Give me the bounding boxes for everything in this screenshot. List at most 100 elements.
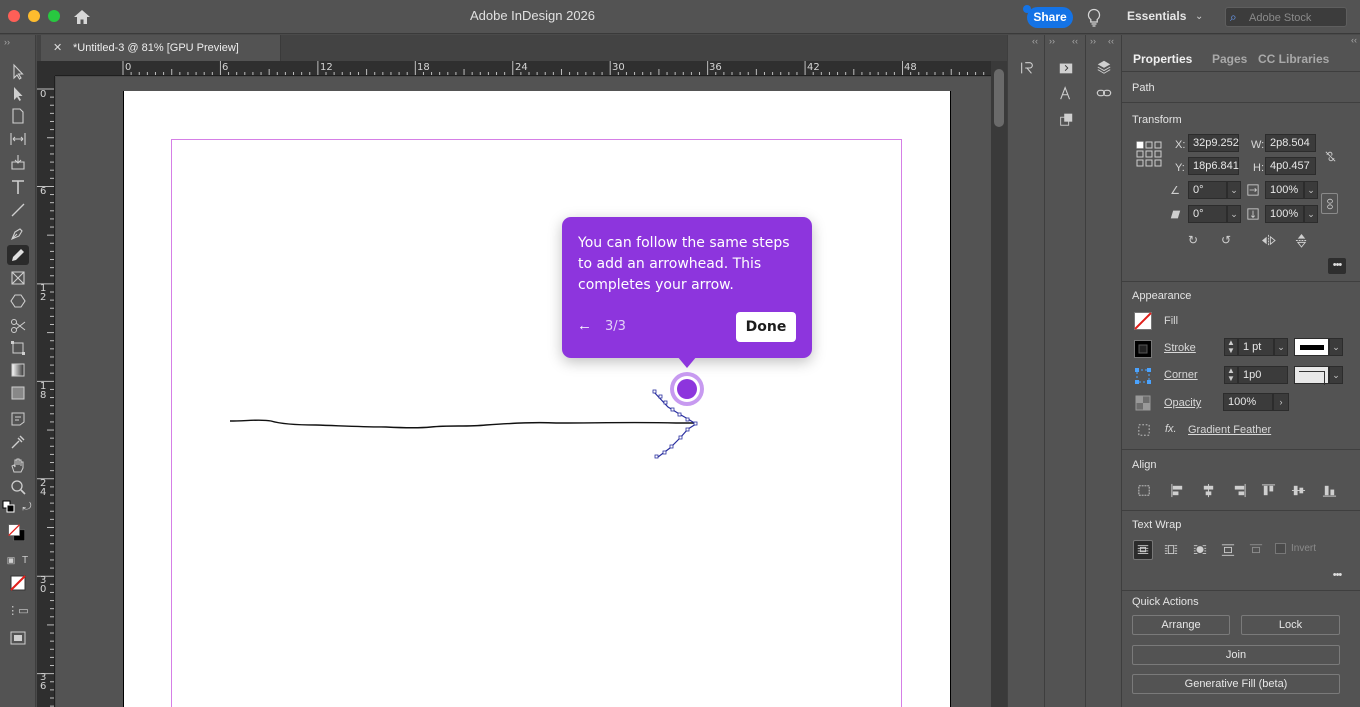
constrain-proportions-icon[interactable]: [1321, 147, 1339, 165]
x-position-field[interactable]: 32p9.252: [1188, 134, 1239, 152]
constrain-scale-icon[interactable]: [1321, 193, 1338, 214]
formatting-text-icon[interactable]: T: [19, 554, 31, 566]
wrap-bounding-box-icon[interactable]: [1162, 541, 1180, 559]
pencil-tool-icon[interactable]: [7, 245, 29, 265]
height-field[interactable]: 4p0.457: [1265, 157, 1316, 175]
scale-x-dropdown[interactable]: ⌄: [1304, 181, 1318, 199]
library-icon[interactable]: [1055, 58, 1077, 78]
align-vertical-center-icon[interactable]: [1289, 481, 1307, 499]
more-options-icon[interactable]: •••: [1328, 258, 1346, 274]
align-right-icon[interactable]: [1230, 481, 1248, 499]
no-text-wrap-icon[interactable]: [1133, 540, 1153, 560]
jump-object-icon[interactable]: [1219, 541, 1237, 559]
paragraph-styles-icon[interactable]: [1055, 109, 1077, 129]
close-tab-icon[interactable]: ✕: [53, 41, 62, 54]
pasteboard[interactable]: [56, 77, 991, 707]
align-horizontal-center-icon[interactable]: [1199, 481, 1217, 499]
opacity-field[interactable]: 100%: [1223, 393, 1273, 411]
gradient-feather-link[interactable]: Gradient Feather: [1188, 424, 1271, 436]
reference-point-icon[interactable]: [1136, 141, 1162, 167]
done-button[interactable]: Done: [736, 312, 796, 342]
expand-panel-icon[interactable]: ››: [1049, 36, 1055, 46]
stroke-swatch[interactable]: [1134, 340, 1152, 358]
pen-tool-icon[interactable]: [7, 223, 29, 243]
character-styles-icon[interactable]: [1055, 83, 1077, 103]
back-arrow-icon[interactable]: ←: [577, 317, 592, 334]
scrollbar-thumb[interactable]: [994, 69, 1004, 127]
align-to-selection-icon[interactable]: [1135, 481, 1153, 499]
content-collector-tool-icon[interactable]: [7, 152, 29, 172]
collapse-panel-icon[interactable]: ‹‹: [1032, 36, 1038, 46]
document-tab[interactable]: ✕ *Untitled-3 @ 81% [GPU Preview]: [41, 35, 281, 61]
scale-y-dropdown[interactable]: ⌄: [1304, 205, 1318, 223]
stroke-stepper[interactable]: ▲ ▼: [1224, 338, 1238, 356]
rotate-clockwise-icon[interactable]: ↻: [1184, 231, 1202, 249]
vertical-scrollbar[interactable]: [991, 61, 1007, 707]
shear-dropdown[interactable]: ⌄: [1227, 205, 1241, 223]
rectangle-frame-tool-icon[interactable]: [7, 268, 29, 288]
share-button[interactable]: Share: [1027, 7, 1073, 28]
corner-shape-swatch[interactable]: [1294, 366, 1329, 385]
flip-horizontal-icon[interactable]: [1259, 231, 1277, 249]
more-options-icon[interactable]: •••: [1328, 568, 1346, 584]
rotation-field[interactable]: 0°: [1188, 181, 1227, 199]
note-tool-icon[interactable]: [7, 409, 29, 429]
tab-properties[interactable]: Properties: [1133, 52, 1192, 66]
adobe-stock-search[interactable]: ⌕ Adobe Stock: [1225, 7, 1347, 27]
links-icon[interactable]: [1093, 83, 1115, 103]
flip-vertical-icon[interactable]: [1292, 231, 1310, 249]
apply-none-icon[interactable]: [7, 573, 29, 593]
workspace-switcher[interactable]: Essentials: [1127, 9, 1186, 23]
tab-cc-libraries[interactable]: CC Libraries: [1258, 52, 1329, 66]
horizontal-ruler[interactable]: 0 6 12 18 24 30 36 42 48: [55, 61, 992, 76]
fill-stroke-swatch[interactable]: [3, 519, 31, 547]
zoom-tool-icon[interactable]: [7, 477, 29, 497]
type-tool-icon[interactable]: [7, 177, 29, 197]
line-tool-icon[interactable]: [7, 200, 29, 220]
jump-to-next-column-icon[interactable]: [1247, 541, 1265, 559]
opacity-label[interactable]: Opacity: [1164, 397, 1201, 409]
align-bottom-icon[interactable]: [1320, 481, 1338, 499]
preview-mode-icon[interactable]: ⋮▭: [7, 600, 29, 620]
rotation-dropdown[interactable]: ⌄: [1227, 181, 1241, 199]
invert-checkbox[interactable]: [1275, 543, 1286, 554]
scale-x-field[interactable]: 100%: [1265, 181, 1304, 199]
opacity-slider-toggle[interactable]: ›: [1273, 393, 1289, 411]
rotate-counterclockwise-icon[interactable]: ↺: [1217, 231, 1235, 249]
align-top-icon[interactable]: [1259, 481, 1277, 499]
selection-tool-icon[interactable]: [7, 62, 29, 82]
collapse-toolbar-icon[interactable]: ››: [4, 37, 10, 47]
gradient-swatch-tool-icon[interactable]: [7, 360, 29, 380]
align-left-icon[interactable]: [1168, 481, 1186, 499]
gradient-feather-tool-icon[interactable]: [7, 383, 29, 403]
stroke-weight-dropdown[interactable]: ⌄: [1274, 338, 1288, 356]
screen-mode-icon[interactable]: [7, 628, 29, 648]
y-position-field[interactable]: 18p6.841: [1188, 157, 1239, 175]
layers-icon[interactable]: [1093, 57, 1115, 77]
polygon-tool-icon[interactable]: [7, 291, 29, 311]
gap-tool-icon[interactable]: [7, 129, 29, 149]
swap-fill-stroke-icon[interactable]: ⤾: [20, 500, 34, 514]
join-button[interactable]: Join: [1132, 645, 1340, 665]
vertical-ruler[interactable]: 0 6 1 2 1 8 2 4 3 0 3 6: [37, 76, 55, 707]
lightbulb-icon[interactable]: [1086, 8, 1102, 27]
formatting-container-icon[interactable]: ▣: [5, 554, 17, 566]
corner-stepper[interactable]: ▲ ▼: [1224, 366, 1238, 384]
scissors-tool-icon[interactable]: [7, 316, 29, 336]
fill-swatch-none[interactable]: [1134, 312, 1152, 330]
ruler-origin[interactable]: [37, 61, 55, 76]
scale-y-field[interactable]: 100%: [1265, 205, 1304, 223]
corner-shape-dropdown[interactable]: ⌄: [1329, 366, 1343, 384]
stroke-type-dropdown[interactable]: ⌄: [1329, 338, 1343, 356]
stroke-type-swatch[interactable]: [1294, 338, 1329, 356]
arrange-button[interactable]: Arrange: [1132, 615, 1230, 635]
lock-button[interactable]: Lock: [1241, 615, 1340, 635]
eyedropper-tool-icon[interactable]: [7, 432, 29, 452]
corner-label[interactable]: Corner: [1164, 369, 1198, 381]
hand-tool-icon[interactable]: [7, 455, 29, 475]
generative-fill-button[interactable]: Generative Fill (beta): [1132, 674, 1340, 694]
tab-pages[interactable]: Pages: [1212, 52, 1247, 66]
collapse-panel-icon[interactable]: ‹‹: [1072, 36, 1078, 46]
direct-selection-tool-icon[interactable]: [7, 84, 29, 104]
transform-again-icon[interactable]: [1016, 58, 1038, 78]
